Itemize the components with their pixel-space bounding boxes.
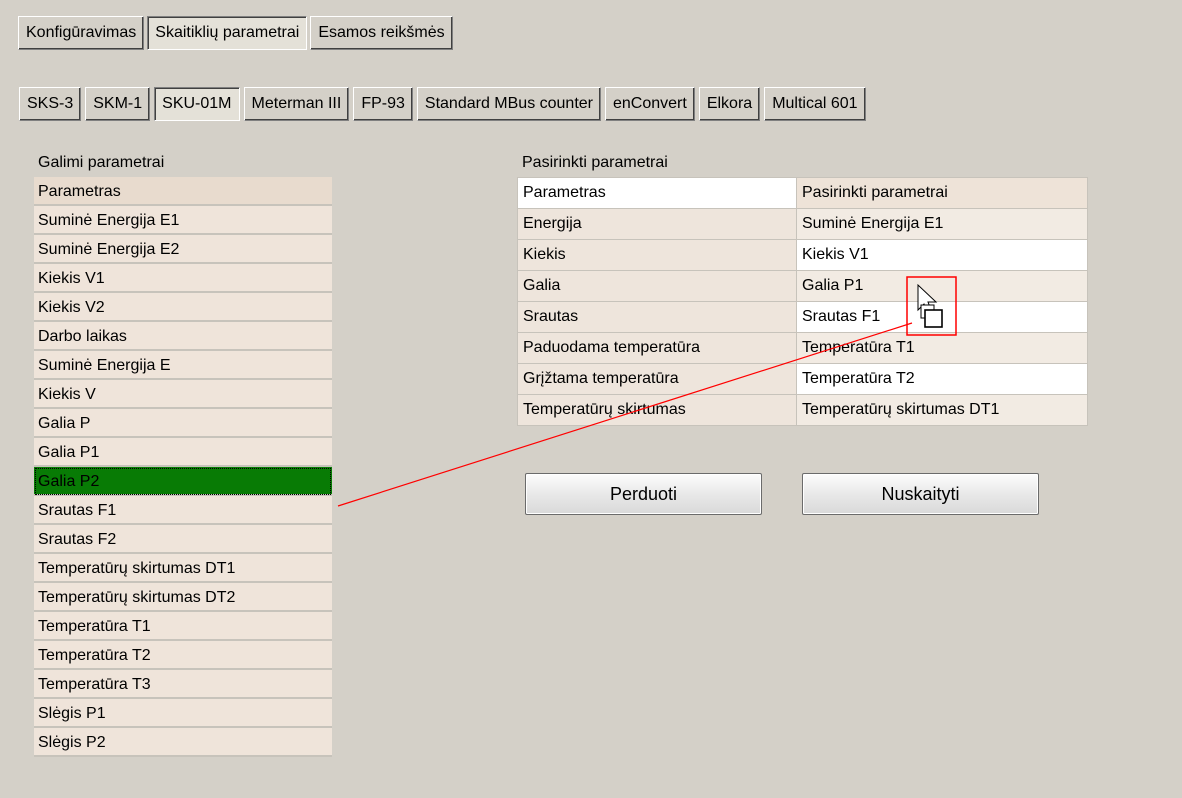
row-selected-value[interactable]: Temperatūrų skirtumas DT1 bbox=[796, 394, 1088, 426]
list-item[interactable]: Suminė Energija E2 bbox=[34, 235, 332, 264]
row-parameter-label: Energija bbox=[517, 208, 797, 240]
tab-meter-sks-3[interactable]: SKS-3 bbox=[19, 87, 82, 121]
meter-tab-bar: SKS-3 SKM-1 SKU-01M Meterman III FP-93 S… bbox=[19, 87, 870, 121]
selected-parameters-table: Parametras Pasirinkti parametrai Energij… bbox=[517, 177, 1088, 426]
list-item[interactable]: Galia P1 bbox=[34, 438, 332, 467]
selected-parameters-title: Pasirinkti parametrai bbox=[522, 154, 668, 171]
table-header-row: Parametras Pasirinkti parametrai bbox=[517, 177, 1088, 209]
tab-meter-elkora[interactable]: Elkora bbox=[698, 87, 761, 121]
row-selected-value[interactable]: Kiekis V1 bbox=[796, 239, 1088, 271]
table-row: Grįžtama temperatūra Temperatūra T2 bbox=[517, 363, 1088, 395]
tab-meter-standard-mbus[interactable]: Standard MBus counter bbox=[416, 87, 601, 121]
tab-meter-fp-93[interactable]: FP-93 bbox=[353, 87, 413, 121]
row-selected-value[interactable]: Galia P1 bbox=[796, 270, 1088, 302]
column-header-parameter: Parametras bbox=[517, 177, 797, 209]
row-selected-value[interactable]: Temperatūra T1 bbox=[796, 332, 1088, 364]
row-parameter-label: Srautas bbox=[517, 301, 797, 333]
row-parameter-label: Kiekis bbox=[517, 239, 797, 271]
row-selected-value[interactable]: Suminė Energija E1 bbox=[796, 208, 1088, 240]
list-item[interactable]: Temperatūrų skirtumas DT1 bbox=[34, 554, 332, 583]
tab-meter-multical-601[interactable]: Multical 601 bbox=[764, 87, 866, 121]
tab-meter-meterman-iii[interactable]: Meterman III bbox=[243, 87, 350, 121]
list-item[interactable]: Slėgis P1 bbox=[34, 699, 332, 728]
tab-configuration[interactable]: Konfigūravimas bbox=[18, 16, 145, 50]
available-parameters-title: Galimi parametrai bbox=[38, 154, 165, 171]
row-parameter-label: Paduodama temperatūra bbox=[517, 332, 797, 364]
list-item[interactable]: Temperatūra T2 bbox=[34, 641, 332, 670]
column-header-selected: Pasirinkti parametrai bbox=[796, 177, 1088, 209]
available-list-header: Parametras bbox=[34, 177, 332, 206]
list-item[interactable]: Kiekis V bbox=[34, 380, 332, 409]
table-row: Paduodama temperatūra Temperatūra T1 bbox=[517, 332, 1088, 364]
tab-current-values[interactable]: Esamos reikšmės bbox=[310, 16, 453, 50]
transfer-button[interactable]: Perduoti bbox=[525, 473, 762, 515]
available-parameters-list: Parametras Suminė Energija E1 Suminė Ene… bbox=[34, 177, 332, 757]
row-parameter-label: Grįžtama temperatūra bbox=[517, 363, 797, 395]
row-parameter-label: Galia bbox=[517, 270, 797, 302]
table-row: Srautas Srautas F1 bbox=[517, 301, 1088, 333]
list-item[interactable]: Darbo laikas bbox=[34, 322, 332, 351]
tab-meter-enconvert[interactable]: enConvert bbox=[605, 87, 695, 121]
tab-meter-skm-1[interactable]: SKM-1 bbox=[85, 87, 151, 121]
list-item[interactable]: Suminė Energija E bbox=[34, 351, 332, 380]
list-item-selected[interactable]: Galia P2 bbox=[34, 467, 332, 496]
row-parameter-label: Temperatūrų skirtumas bbox=[517, 394, 797, 426]
list-item[interactable]: Srautas F2 bbox=[34, 525, 332, 554]
list-item[interactable]: Kiekis V1 bbox=[34, 264, 332, 293]
table-row: Energija Suminė Energija E1 bbox=[517, 208, 1088, 240]
read-button[interactable]: Nuskaityti bbox=[802, 473, 1039, 515]
tab-meter-parameters[interactable]: Skaitiklių parametrai bbox=[147, 16, 308, 50]
row-selected-value[interactable]: Srautas F1 bbox=[796, 301, 1088, 333]
main-tab-bar: Konfigūravimas Skaitiklių parametrai Esa… bbox=[18, 16, 456, 50]
list-item[interactable]: Suminė Energija E1 bbox=[34, 206, 332, 235]
list-item[interactable]: Temperatūra T1 bbox=[34, 612, 332, 641]
row-selected-value[interactable]: Temperatūra T2 bbox=[796, 363, 1088, 395]
table-row: Kiekis Kiekis V1 bbox=[517, 239, 1088, 271]
list-item[interactable]: Temperatūra T3 bbox=[34, 670, 332, 699]
tab-meter-sku-01m[interactable]: SKU-01M bbox=[154, 87, 240, 121]
list-item[interactable]: Galia P bbox=[34, 409, 332, 438]
list-item[interactable]: Slėgis P2 bbox=[34, 728, 332, 757]
list-item[interactable]: Temperatūrų skirtumas DT2 bbox=[34, 583, 332, 612]
list-item[interactable]: Srautas F1 bbox=[34, 496, 332, 525]
table-row: Galia Galia P1 bbox=[517, 270, 1088, 302]
list-item[interactable]: Kiekis V2 bbox=[34, 293, 332, 322]
table-row: Temperatūrų skirtumas Temperatūrų skirtu… bbox=[517, 394, 1088, 426]
